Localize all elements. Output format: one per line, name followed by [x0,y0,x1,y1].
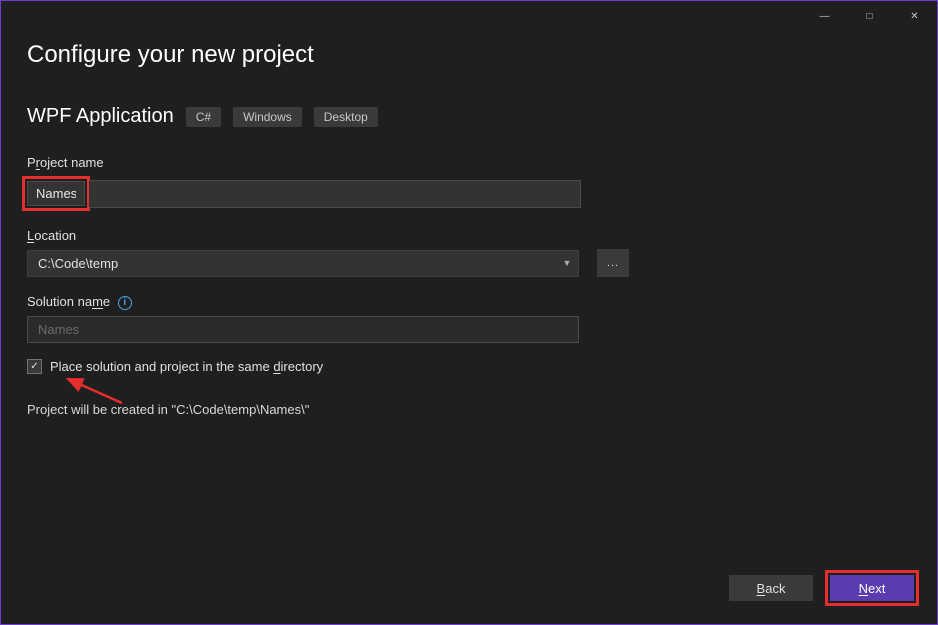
chevron-down-icon[interactable]: ▼ [556,258,578,268]
project-name-input[interactable] [27,181,85,206]
info-icon[interactable]: i [118,296,132,310]
same-directory-checkbox[interactable] [27,359,42,374]
same-directory-row: Place solution and project in the same d… [27,359,911,374]
project-name-input-rest[interactable] [89,180,581,208]
solution-name-input [27,316,579,343]
project-name-label: Project name [27,155,104,170]
maximize-button[interactable]: □ [847,2,892,30]
same-directory-label: Place solution and project in the same d… [50,359,323,374]
project-name-group: Project name [27,154,911,211]
tag-language: C# [186,107,221,127]
content-area: Configure your new project WPF Applicati… [1,31,937,417]
highlight-next: Next [825,570,919,606]
solution-name-label: Solution name i [27,294,132,310]
close-button[interactable]: ✕ [892,2,937,30]
browse-button[interactable]: ... [597,249,629,277]
back-button[interactable]: Back [729,575,813,601]
template-header: WPF Application C# Windows Desktop [27,105,911,128]
template-name: WPF Application [27,105,174,128]
minimize-button[interactable]: — [802,2,847,30]
highlight-project-name [22,176,90,211]
next-button[interactable]: Next [830,575,914,601]
page-title: Configure your new project [27,41,911,69]
tag-type: Desktop [314,107,378,127]
location-value: C:\Code\temp [28,251,556,276]
solution-name-group: Solution name i [27,293,911,343]
location-combo[interactable]: C:\Code\temp ▼ [27,250,579,277]
location-group: Location C:\Code\temp ▼ ... [27,227,911,277]
tag-platform: Windows [233,107,302,127]
titlebar: — □ ✕ [1,1,937,31]
location-label: Location [27,228,76,243]
window-controls: — □ ✕ [802,2,937,30]
footer-buttons: Back Next [729,570,919,606]
creation-path-text: Project will be created in "C:\Code\temp… [27,402,911,417]
